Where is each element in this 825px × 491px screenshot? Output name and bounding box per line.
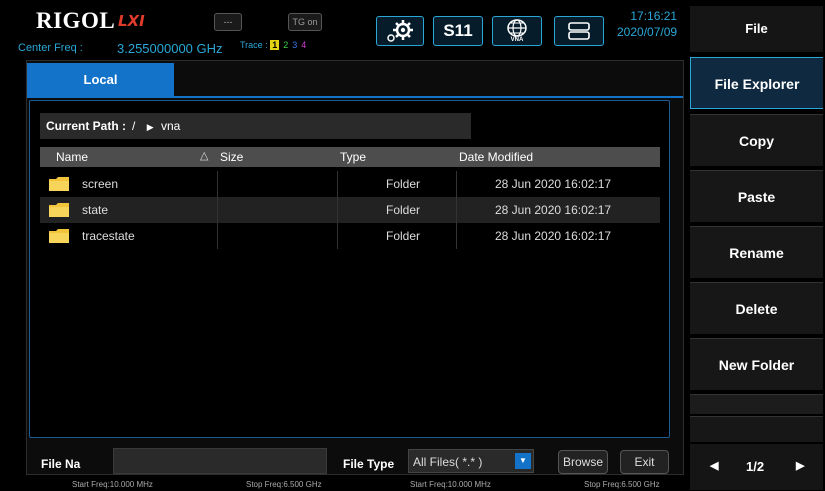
column-type[interactable]: Type: [340, 150, 366, 164]
center-freq-value: 3.255000000 GHz: [117, 41, 223, 56]
menu-title: File: [690, 6, 823, 52]
clock: 17:16:21 2020/07/09: [617, 8, 677, 40]
clock-date: 2020/07/09: [617, 25, 678, 39]
file-type: Folder: [386, 177, 421, 191]
trace-4[interactable]: 4: [301, 40, 306, 50]
current-path-label: Current Path :: [46, 119, 127, 133]
file-name-label: File Na: [41, 457, 81, 471]
empty-softkey: [690, 416, 823, 442]
menu-pager[interactable]: ◀ 1/2 ▶: [690, 444, 823, 490]
trace-2[interactable]: 2: [283, 40, 288, 50]
file-explorer-button[interactable]: File Explorer: [690, 57, 823, 109]
delete-button[interactable]: Delete: [690, 282, 823, 334]
start-freq-2: Start Freq:10.000 MHz: [410, 480, 491, 489]
grid-icon: [568, 22, 590, 40]
current-path-value[interactable]: / ▶ vna: [132, 119, 468, 135]
file-type-label: File Type: [343, 457, 395, 471]
clock-time: 17:16:21: [630, 9, 678, 23]
exit-button[interactable]: Exit: [620, 450, 669, 474]
rigol-logo: RIGOL: [36, 8, 116, 33]
chevron-down-icon[interactable]: ▼: [515, 453, 531, 469]
center-freq-label: Center Freq :: [18, 42, 83, 54]
file-type-select[interactable]: All Files( *.* ) ▼: [408, 449, 534, 473]
folder-icon: [49, 177, 69, 191]
settings-button[interactable]: [376, 16, 424, 46]
s11-button[interactable]: S11: [433, 16, 483, 46]
tab-underline: [27, 96, 683, 98]
vna-button[interactable]: VNA: [492, 16, 542, 46]
copy-button[interactable]: Copy: [690, 114, 823, 166]
rename-button[interactable]: Rename: [690, 226, 823, 278]
gear-icon: [387, 20, 413, 42]
file-name: screen: [82, 177, 119, 191]
trace-3[interactable]: 3: [292, 40, 297, 50]
empty-softkey: [690, 394, 823, 414]
trace-label: Trace :: [240, 40, 268, 50]
file-name: tracestate: [82, 229, 135, 243]
file-name: state: [82, 203, 109, 217]
tab-local[interactable]: Local: [27, 63, 174, 96]
table-row[interactable]: state Folder 28 Jun 2020 16:02:17: [40, 197, 660, 223]
browse-button[interactable]: Browse: [558, 450, 608, 474]
file-name-input[interactable]: [113, 448, 327, 474]
path-folder[interactable]: vna: [161, 119, 180, 133]
prev-page-icon[interactable]: ◀: [710, 459, 718, 472]
file-type-value: All Files( *.* ): [413, 455, 483, 469]
path-root[interactable]: /: [132, 119, 135, 133]
stop-freq-2: Stop Freq:6.500 GHz: [584, 480, 660, 489]
globe-icon: [507, 18, 527, 37]
file-type: Folder: [386, 229, 421, 243]
column-name[interactable]: Name: [56, 150, 88, 164]
file-date: 28 Jun 2020 16:02:17: [495, 177, 612, 191]
file-type: Folder: [386, 203, 421, 217]
top-bar: RIGOL LXI --- TG on Center Freq : 3.2550…: [0, 0, 688, 60]
breadcrumb-arrow-icon: ▶: [146, 122, 154, 132]
file-date: 28 Jun 2020 16:02:17: [495, 229, 612, 243]
current-path-row: Current Path : / ▶ vna: [40, 113, 471, 139]
column-size[interactable]: Size: [220, 150, 243, 164]
vna-label: VNA: [510, 36, 524, 43]
stop-freq-1: Stop Freq:6.500 GHz: [246, 480, 322, 489]
folder-icon: [49, 203, 69, 217]
softkey-menu: File File Explorer Copy Paste Rename Del…: [688, 0, 825, 491]
sort-triangle-icon[interactable]: △: [200, 149, 208, 162]
next-page-icon[interactable]: ▶: [796, 459, 804, 472]
paste-button[interactable]: Paste: [690, 170, 823, 222]
file-list: screen Folder 28 Jun 2020 16:02:17 state…: [40, 171, 660, 249]
file-browser-panel: Current Path : / ▶ vna Name △ Size Type …: [29, 100, 670, 438]
page-indicator: 1/2: [746, 459, 765, 474]
table-row[interactable]: tracestate Folder 28 Jun 2020 16:02:17: [40, 223, 660, 249]
trace-indicator: Trace : 1234: [240, 40, 306, 50]
column-date[interactable]: Date Modified: [459, 150, 533, 164]
trace-1[interactable]: 1: [270, 40, 280, 50]
tg-on-button[interactable]: TG on: [288, 13, 322, 31]
lxi-logo: LXI: [118, 12, 145, 30]
new-folder-button[interactable]: New Folder: [690, 338, 823, 390]
dash-button[interactable]: ---: [214, 13, 242, 31]
start-freq-1: Start Freq:10.000 MHz: [72, 480, 153, 489]
folder-icon: [49, 229, 69, 243]
table-header: Name △ Size Type Date Modified: [40, 147, 660, 167]
file-dialog: Local Current Path : / ▶ vna Name △ Size…: [26, 60, 684, 475]
layout-button[interactable]: [554, 16, 604, 46]
file-date: 28 Jun 2020 16:02:17: [495, 203, 612, 217]
table-row[interactable]: screen Folder 28 Jun 2020 16:02:17: [40, 171, 660, 197]
